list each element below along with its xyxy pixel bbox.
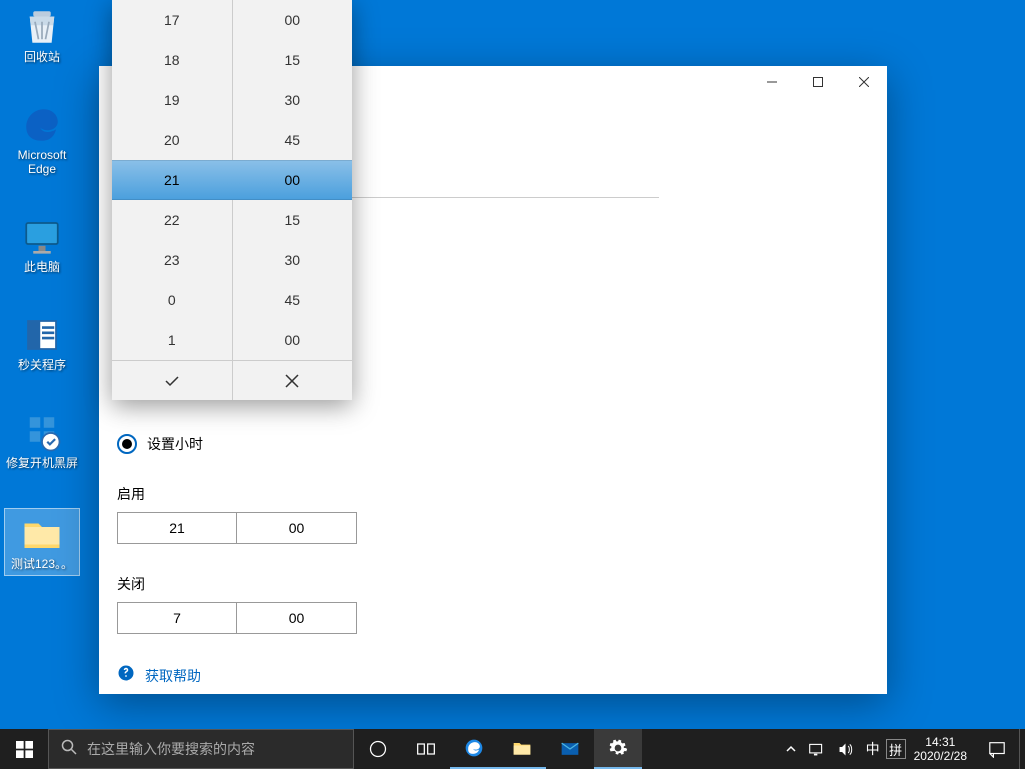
desktop-icon-label: 回收站 (24, 50, 60, 64)
on-label: 启用 (117, 484, 869, 504)
desktop-icon-kill-program[interactable]: 秒关程序 (4, 310, 80, 376)
picker-hours-column[interactable]: 1718192021222301 (112, 0, 232, 360)
fix-boot-icon (21, 412, 63, 454)
search-placeholder: 在这里输入你要搜索的内容 (87, 739, 255, 759)
radio-button-icon (117, 434, 137, 454)
task-view-button[interactable] (402, 729, 450, 769)
off-hour-cell[interactable]: 7 (117, 602, 237, 634)
show-desktop-button[interactable] (1019, 729, 1025, 769)
desktop-icon-edge[interactable]: Microsoft Edge (4, 100, 80, 180)
picker-minute-item[interactable]: 15 (233, 200, 353, 240)
get-help-link[interactable]: 获取帮助 (117, 664, 869, 687)
picker-accept-button[interactable] (112, 361, 232, 400)
desktop-icon-label: 测试123。。 (11, 557, 73, 571)
picker-hour-item[interactable]: 0 (112, 280, 232, 320)
picker-minute-item[interactable]: 30 (233, 80, 353, 120)
picker-hour-item[interactable]: 21 (112, 160, 232, 200)
picker-minutes-column[interactable]: 001530450015304500 (232, 0, 353, 360)
radio-label: 设置小时 (147, 434, 203, 454)
tray-action-center[interactable] (975, 729, 1019, 769)
on-time-field[interactable]: 21 00 (117, 512, 869, 544)
system-tray: 中 拼 14:31 2020/2/28 (780, 729, 1025, 769)
desktop-icon-label: 此电脑 (24, 260, 60, 274)
picker-hour-item[interactable]: 1 (112, 320, 232, 360)
taskbar-app-settings[interactable] (594, 729, 642, 769)
search-icon (61, 739, 77, 760)
desktop-icon-label: 秒关程序 (18, 358, 66, 372)
desktop-icon-label: 修复开机黑屏 (6, 456, 78, 470)
tray-clock[interactable]: 14:31 2020/2/28 (906, 729, 975, 769)
taskbar: 在这里输入你要搜索的内容 中 拼 14:31 2020/2/28 (0, 729, 1025, 769)
on-min-cell[interactable]: 00 (237, 512, 357, 544)
desktop-icon-label: Microsoft Edge (4, 148, 80, 176)
time-picker: 1718192021222301 001530450015304500 (112, 0, 352, 400)
picker-minute-item[interactable]: 00 (233, 320, 353, 360)
picker-minute-item[interactable]: 45 (233, 120, 353, 160)
taskbar-app-explorer[interactable] (498, 729, 546, 769)
picker-minute-item[interactable]: 00 (233, 160, 353, 200)
radio-set-hours[interactable]: 设置小时 (117, 434, 869, 454)
cortana-button[interactable] (354, 729, 402, 769)
picker-hour-item[interactable]: 19 (112, 80, 232, 120)
on-hour-cell[interactable]: 21 (117, 512, 237, 544)
picker-hour-item[interactable]: 18 (112, 40, 232, 80)
minimize-button[interactable] (749, 66, 795, 98)
off-label: 关闭 (117, 574, 869, 594)
picker-hour-item[interactable]: 20 (112, 120, 232, 160)
tray-network-icon[interactable] (802, 729, 831, 769)
kill-program-icon (21, 314, 63, 356)
picker-cancel-button[interactable] (232, 361, 353, 400)
tray-time: 14:31 (925, 735, 955, 749)
monitor-icon (21, 216, 63, 258)
desktop-icon-recycle-bin[interactable]: 回收站 (4, 2, 80, 68)
desktop-icon-fix-boot[interactable]: 修复开机黑屏 (4, 408, 80, 474)
taskbar-app-mail[interactable] (546, 729, 594, 769)
edge-icon (21, 104, 63, 146)
start-button[interactable] (0, 729, 48, 769)
help-label: 获取帮助 (145, 666, 201, 686)
picker-hour-item[interactable]: 22 (112, 200, 232, 240)
help-icon (117, 664, 135, 687)
picker-hour-item[interactable]: 23 (112, 240, 232, 280)
picker-hour-item[interactable]: 17 (112, 0, 232, 40)
tray-date: 2020/2/28 (914, 749, 967, 763)
tray-show-hidden[interactable] (780, 729, 802, 769)
taskbar-app-edge[interactable] (450, 729, 498, 769)
tray-volume-icon[interactable] (831, 729, 860, 769)
close-button[interactable] (841, 66, 887, 98)
tray-ime-lang[interactable]: 中 (860, 729, 886, 769)
off-min-cell[interactable]: 00 (237, 602, 357, 634)
taskbar-search[interactable]: 在这里输入你要搜索的内容 (48, 729, 354, 769)
tray-ime-mode[interactable]: 拼 (886, 739, 906, 759)
recycle-bin-icon (21, 6, 63, 48)
picker-minute-item[interactable]: 45 (233, 280, 353, 320)
maximize-button[interactable] (795, 66, 841, 98)
picker-minute-item[interactable]: 30 (233, 240, 353, 280)
desktop-icon-this-pc[interactable]: 此电脑 (4, 212, 80, 278)
picker-minute-item[interactable]: 15 (233, 40, 353, 80)
folder-icon (21, 513, 63, 555)
picker-minute-item[interactable]: 00 (233, 0, 353, 40)
desktop-icon-test-folder[interactable]: 测试123。。 (4, 508, 80, 576)
off-time-field[interactable]: 7 00 (117, 602, 869, 634)
